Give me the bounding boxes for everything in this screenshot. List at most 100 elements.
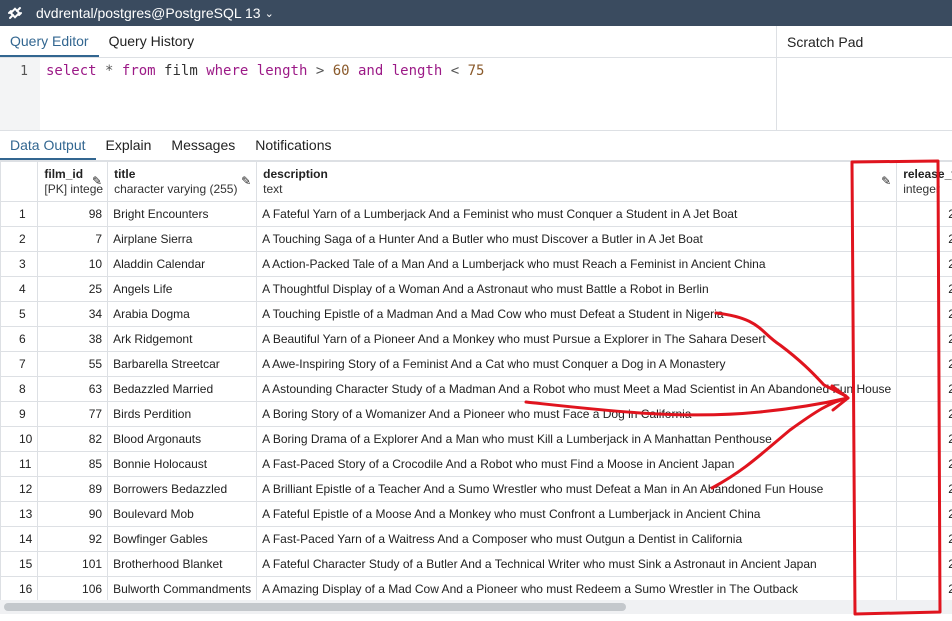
- connection-title[interactable]: dvdrental/postgres@PostgreSQL 13: [36, 5, 261, 21]
- tab-explain[interactable]: Explain: [96, 137, 162, 160]
- table-cell[interactable]: Birds Perdition: [107, 401, 258, 427]
- table-cell[interactable]: Ark Ridgemont: [107, 326, 258, 352]
- table-cell[interactable]: A Touching Epistle of a Madman And a Mad…: [256, 301, 898, 327]
- row-number[interactable]: 10: [0, 426, 39, 452]
- table-row[interactable]: 8 63 Bedazzled Married A Astounding Charact…: [0, 376, 952, 402]
- table-cell[interactable]: 2006: [896, 226, 952, 252]
- sql-code-line[interactable]: select * from film where length > 60 and…: [46, 63, 484, 79]
- table-cell[interactable]: A Boring Story of a Womanizer And a Pion…: [256, 401, 898, 427]
- table-row[interactable]: 4 25 Angels Life A Thoughtful Display of a …: [0, 276, 952, 302]
- table-cell[interactable]: 2006: [896, 276, 952, 302]
- table-cell[interactable]: 2006: [896, 576, 952, 601]
- pencil-icon[interactable]: ✎: [881, 174, 891, 188]
- row-number[interactable]: 12: [0, 476, 39, 502]
- table-cell[interactable]: Airplane Sierra: [107, 226, 258, 252]
- table-cell[interactable]: Bedazzled Married: [107, 376, 258, 402]
- table-cell[interactable]: 90: [37, 501, 109, 527]
- table-cell[interactable]: A Beautiful Yarn of a Pioneer And a Monk…: [256, 326, 898, 352]
- table-cell[interactable]: 2006: [896, 426, 952, 452]
- table-row[interactable]: 16 106 Bulworth Commandments A Amazing Disp…: [0, 576, 952, 601]
- row-number[interactable]: 15: [0, 551, 39, 577]
- row-number[interactable]: 13: [0, 501, 39, 527]
- row-header-corner[interactable]: [0, 161, 39, 202]
- tab-notifications[interactable]: Notifications: [245, 137, 341, 160]
- row-number[interactable]: 5: [0, 301, 39, 327]
- tab-query-history[interactable]: Query History: [99, 33, 205, 57]
- table-cell[interactable]: 98: [37, 201, 109, 227]
- tab-messages[interactable]: Messages: [161, 137, 245, 160]
- table-cell[interactable]: 2006: [896, 501, 952, 527]
- table-cell[interactable]: 2006: [896, 326, 952, 352]
- table-row[interactable]: 12 89 Borrowers Bedazzled A Brilliant Epist…: [0, 476, 952, 502]
- table-cell[interactable]: Blood Argonauts: [107, 426, 258, 452]
- row-number[interactable]: 9: [0, 401, 39, 427]
- table-cell[interactable]: A Astounding Character Study of a Madman…: [256, 376, 898, 402]
- table-cell[interactable]: 2006: [896, 451, 952, 477]
- table-row[interactable]: 5 34 Arabia Dogma A Touching Epistle of a M…: [0, 301, 952, 327]
- table-cell[interactable]: 55: [37, 351, 109, 377]
- column-header-description[interactable]: description text ✎: [256, 161, 898, 202]
- tab-data-output[interactable]: Data Output: [0, 137, 96, 160]
- table-cell[interactable]: 2006: [896, 201, 952, 227]
- column-header-title[interactable]: title character varying (255) ✎: [107, 161, 258, 202]
- row-number[interactable]: 16: [0, 576, 39, 601]
- table-cell[interactable]: Barbarella Streetcar: [107, 351, 258, 377]
- table-row[interactable]: 9 77 Birds Perdition A Boring Story of a Wo…: [0, 401, 952, 427]
- tab-query-editor[interactable]: Query Editor: [0, 33, 99, 57]
- table-cell[interactable]: 7: [37, 226, 109, 252]
- horizontal-scrollbar[interactable]: [0, 600, 952, 614]
- row-number[interactable]: 6: [0, 326, 39, 352]
- table-cell[interactable]: Bonnie Holocaust: [107, 451, 258, 477]
- table-row[interactable]: 6 38 Ark Ridgemont A Beautiful Yarn of a Pi…: [0, 326, 952, 352]
- row-number[interactable]: 14: [0, 526, 39, 552]
- row-number[interactable]: 4: [0, 276, 39, 302]
- row-number[interactable]: 3: [0, 251, 39, 277]
- pencil-icon[interactable]: ✎: [92, 174, 102, 188]
- table-cell[interactable]: A Brilliant Epistle of a Teacher And a S…: [256, 476, 898, 502]
- table-cell[interactable]: 2006: [896, 551, 952, 577]
- table-cell[interactable]: 2006: [896, 476, 952, 502]
- row-number[interactable]: 1: [0, 201, 39, 227]
- row-number[interactable]: 8: [0, 376, 39, 402]
- table-cell[interactable]: 25: [37, 276, 109, 302]
- table-cell[interactable]: A Amazing Display of a Mad Cow And a Pio…: [256, 576, 898, 601]
- table-cell[interactable]: 38: [37, 326, 109, 352]
- table-cell[interactable]: A Thoughtful Display of a Woman And a As…: [256, 276, 898, 302]
- table-cell[interactable]: Bowfinger Gables: [107, 526, 258, 552]
- table-cell[interactable]: 2006: [896, 376, 952, 402]
- table-cell[interactable]: 34: [37, 301, 109, 327]
- table-cell[interactable]: Angels Life: [107, 276, 258, 302]
- table-cell[interactable]: A Fast-Paced Yarn of a Waitress And a Co…: [256, 526, 898, 552]
- table-cell[interactable]: Arabia Dogma: [107, 301, 258, 327]
- table-cell[interactable]: Aladdin Calendar: [107, 251, 258, 277]
- scrollbar-thumb[interactable]: [4, 603, 626, 611]
- table-cell[interactable]: A Fateful Epistle of a Moose And a Monke…: [256, 501, 898, 527]
- chevron-down-icon[interactable]: ⌄: [265, 7, 274, 20]
- table-row[interactable]: 13 90 Boulevard Mob A Fateful Epistle of a …: [0, 501, 952, 527]
- table-cell[interactable]: 82: [37, 426, 109, 452]
- table-cell[interactable]: 2006: [896, 301, 952, 327]
- row-number[interactable]: 11: [0, 451, 39, 477]
- table-cell[interactable]: A Fateful Character Study of a Butler An…: [256, 551, 898, 577]
- row-number[interactable]: 7: [0, 351, 39, 377]
- table-cell[interactable]: 101: [37, 551, 109, 577]
- table-row[interactable]: 7 55 Barbarella Streetcar A Awe-Inspiring S…: [0, 351, 952, 377]
- table-cell[interactable]: 10: [37, 251, 109, 277]
- table-row[interactable]: 1 98 Bright Encounters A Fateful Yarn of a …: [0, 201, 952, 227]
- table-cell[interactable]: A Boring Drama of a Explorer And a Man w…: [256, 426, 898, 452]
- column-header-release-year[interactable]: release_yearinteger✎: [896, 161, 952, 202]
- table-row[interactable]: 2 7 Airplane Sierra A Touching Saga of a Hu…: [0, 226, 952, 252]
- table-cell[interactable]: 63: [37, 376, 109, 402]
- table-cell[interactable]: 2006: [896, 401, 952, 427]
- table-cell[interactable]: 2006: [896, 251, 952, 277]
- table-cell[interactable]: A Awe-Inspiring Story of a Feminist And …: [256, 351, 898, 377]
- table-cell[interactable]: A Fast-Paced Story of a Crocodile And a …: [256, 451, 898, 477]
- data-output-grid[interactable]: film_id [PK] intege ✎ title character varyi…: [0, 161, 952, 601]
- table-cell[interactable]: Brotherhood Blanket: [107, 551, 258, 577]
- connection-icon[interactable]: [0, 0, 30, 26]
- table-cell[interactable]: 89: [37, 476, 109, 502]
- sql-editor[interactable]: 1 select * from film where length > 60 a…: [0, 58, 776, 130]
- table-row[interactable]: 14 92 Bowfinger Gables A Fast-Paced Yarn of…: [0, 526, 952, 552]
- table-cell[interactable]: A Fateful Yarn of a Lumberjack And a Fem…: [256, 201, 898, 227]
- table-cell[interactable]: Boulevard Mob: [107, 501, 258, 527]
